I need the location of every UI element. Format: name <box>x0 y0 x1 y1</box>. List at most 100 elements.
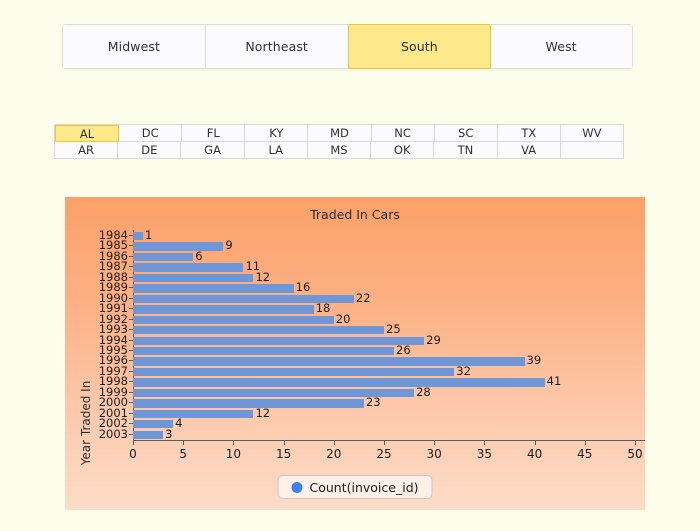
state-cell-label: GA <box>204 143 221 157</box>
state-cell-la[interactable]: LA <box>244 142 308 159</box>
bar-row: 1990 22 <box>99 291 635 305</box>
bar-value-label: 12 <box>255 405 271 420</box>
region-tab-label: South <box>400 39 438 54</box>
x-tick-label: 25 <box>376 447 392 461</box>
bar-value-label: 4 <box>175 416 183 431</box>
plot-area: 1984 1 1985 9 1986 6 1987 11 1988 12 1989 16 1990 22 1… <box>99 228 635 441</box>
bar-value-label: 41 <box>546 374 562 389</box>
bar-value-label: 6 <box>195 248 203 263</box>
region-tab-northeast[interactable]: Northeast <box>205 25 349 68</box>
bar-value-label: 32 <box>456 363 471 378</box>
bar-row: 1988 12 <box>99 269 635 284</box>
state-cell-ar[interactable]: AR <box>55 142 119 159</box>
state-grid-row: AL DC FL KY MD NC SC TX WV <box>55 125 623 142</box>
x-tick-mark <box>584 440 586 445</box>
x-tick-mark <box>283 440 285 445</box>
chart-title: Traded In Cars <box>310 207 400 222</box>
x-tick-mark <box>534 440 536 445</box>
region-tab-west[interactable]: West <box>490 25 632 68</box>
bar[interactable] <box>133 305 314 314</box>
bar-value-label: 18 <box>315 301 331 316</box>
state-cell-tx[interactable]: TX <box>497 125 561 142</box>
state-cell-ok[interactable]: OK <box>371 142 435 159</box>
state-cell-va[interactable]: VA <box>497 142 561 159</box>
state-cell-de[interactable]: DE <box>118 142 182 159</box>
x-tick-mark <box>233 440 235 445</box>
state-cell-ga[interactable]: GA <box>181 142 245 159</box>
region-tab-label: Northeast <box>245 39 308 54</box>
legend-label: Count(invoice_id) <box>309 479 419 495</box>
bar-row: 1995 26 <box>99 342 635 357</box>
state-cell-label: OK <box>393 143 411 157</box>
chart-legend[interactable]: Count(invoice_id) <box>277 475 433 499</box>
x-tick-mark <box>635 440 636 445</box>
bar-row: 1987 11 <box>99 259 635 273</box>
state-selector-grid: AL DC FL KY MD NC SC TX WV AR DE GA LA MS OK TN VA <box>54 124 624 159</box>
state-cell-ky[interactable]: KY <box>245 125 309 142</box>
bar[interactable] <box>133 409 254 419</box>
bar[interactable] <box>133 252 194 262</box>
region-tab-midwest[interactable]: Midwest <box>63 25 206 68</box>
region-tab-bar: Midwest Northeast South West <box>62 24 633 69</box>
bar-row: 1984 1 <box>99 228 635 242</box>
state-cell-label: TX <box>521 126 537 140</box>
state-cell-tn[interactable]: TN <box>434 142 498 159</box>
bar-row: 1991 18 <box>99 301 635 316</box>
bar[interactable] <box>133 315 334 324</box>
bar[interactable] <box>133 242 224 251</box>
bar-value-label: 12 <box>255 269 271 284</box>
x-tick-label: 35 <box>476 447 493 461</box>
x-tick-label: 50 <box>627 447 643 461</box>
x-tick-label: 15 <box>275 447 292 461</box>
bar-row: 2000 23 <box>99 395 635 409</box>
bar-row: 2001 12 <box>99 405 635 420</box>
state-cell-fl[interactable]: FL <box>182 125 246 142</box>
bar-value-label: 16 <box>295 280 311 295</box>
state-grid-row: AR DE GA LA MS OK TN VA <box>55 142 623 159</box>
state-cell-wv[interactable]: WV <box>560 125 623 142</box>
state-cell-ms[interactable]: MS <box>307 142 372 159</box>
bar[interactable] <box>133 336 425 345</box>
bar[interactable] <box>133 346 395 356</box>
region-tab-label: Midwest <box>107 39 160 54</box>
bar[interactable] <box>133 430 164 439</box>
bar-row: 1996 39 <box>99 353 635 367</box>
bar-row: 1998 41 <box>99 374 635 389</box>
x-tick-label: 5 <box>179 447 188 461</box>
state-cell-label: NC <box>394 126 411 140</box>
bar-row: 1999 28 <box>99 384 635 399</box>
x-tick-label: 0 <box>129 447 137 461</box>
region-tab-label: West <box>545 39 577 54</box>
bar[interactable] <box>133 273 254 283</box>
state-cell-label: WV <box>582 126 602 140</box>
bar-row: 1986 6 <box>99 248 635 263</box>
x-tick-label: 20 <box>326 447 342 461</box>
bar-value-label: 29 <box>426 332 441 347</box>
bar-row: 2002 4 <box>99 416 635 431</box>
state-cell-sc[interactable]: SC <box>434 125 498 142</box>
region-tab-south[interactable]: South <box>347 24 492 69</box>
state-cell-label: DE <box>141 143 158 157</box>
x-tick-mark <box>133 440 134 445</box>
state-cell-al[interactable]: AL <box>55 125 120 142</box>
state-cell-empty <box>560 142 623 159</box>
x-tick-label: 45 <box>577 447 593 461</box>
bar-value-label: 9 <box>225 238 233 253</box>
bar[interactable] <box>133 326 384 335</box>
state-cell-label: FL <box>206 126 220 140</box>
state-cell-md[interactable]: MD <box>308 125 372 142</box>
bar-value-label: 26 <box>396 342 411 357</box>
bar-value-label: 28 <box>416 384 431 399</box>
bar[interactable] <box>133 263 244 272</box>
state-cell-dc[interactable]: DC <box>119 125 183 142</box>
x-tick-label: 40 <box>526 447 543 461</box>
bar[interactable] <box>133 232 144 241</box>
chart-panel: Traded In Cars Year Traded In 1984 1 1985 9… <box>65 197 645 510</box>
bar[interactable] <box>133 378 545 387</box>
bar[interactable] <box>133 367 455 377</box>
bar[interactable] <box>133 399 364 408</box>
state-cell-nc[interactable]: NC <box>371 125 435 142</box>
bar[interactable] <box>133 284 294 293</box>
x-tick-mark <box>434 440 436 445</box>
y-axis-title: Year Traded In <box>79 380 93 466</box>
